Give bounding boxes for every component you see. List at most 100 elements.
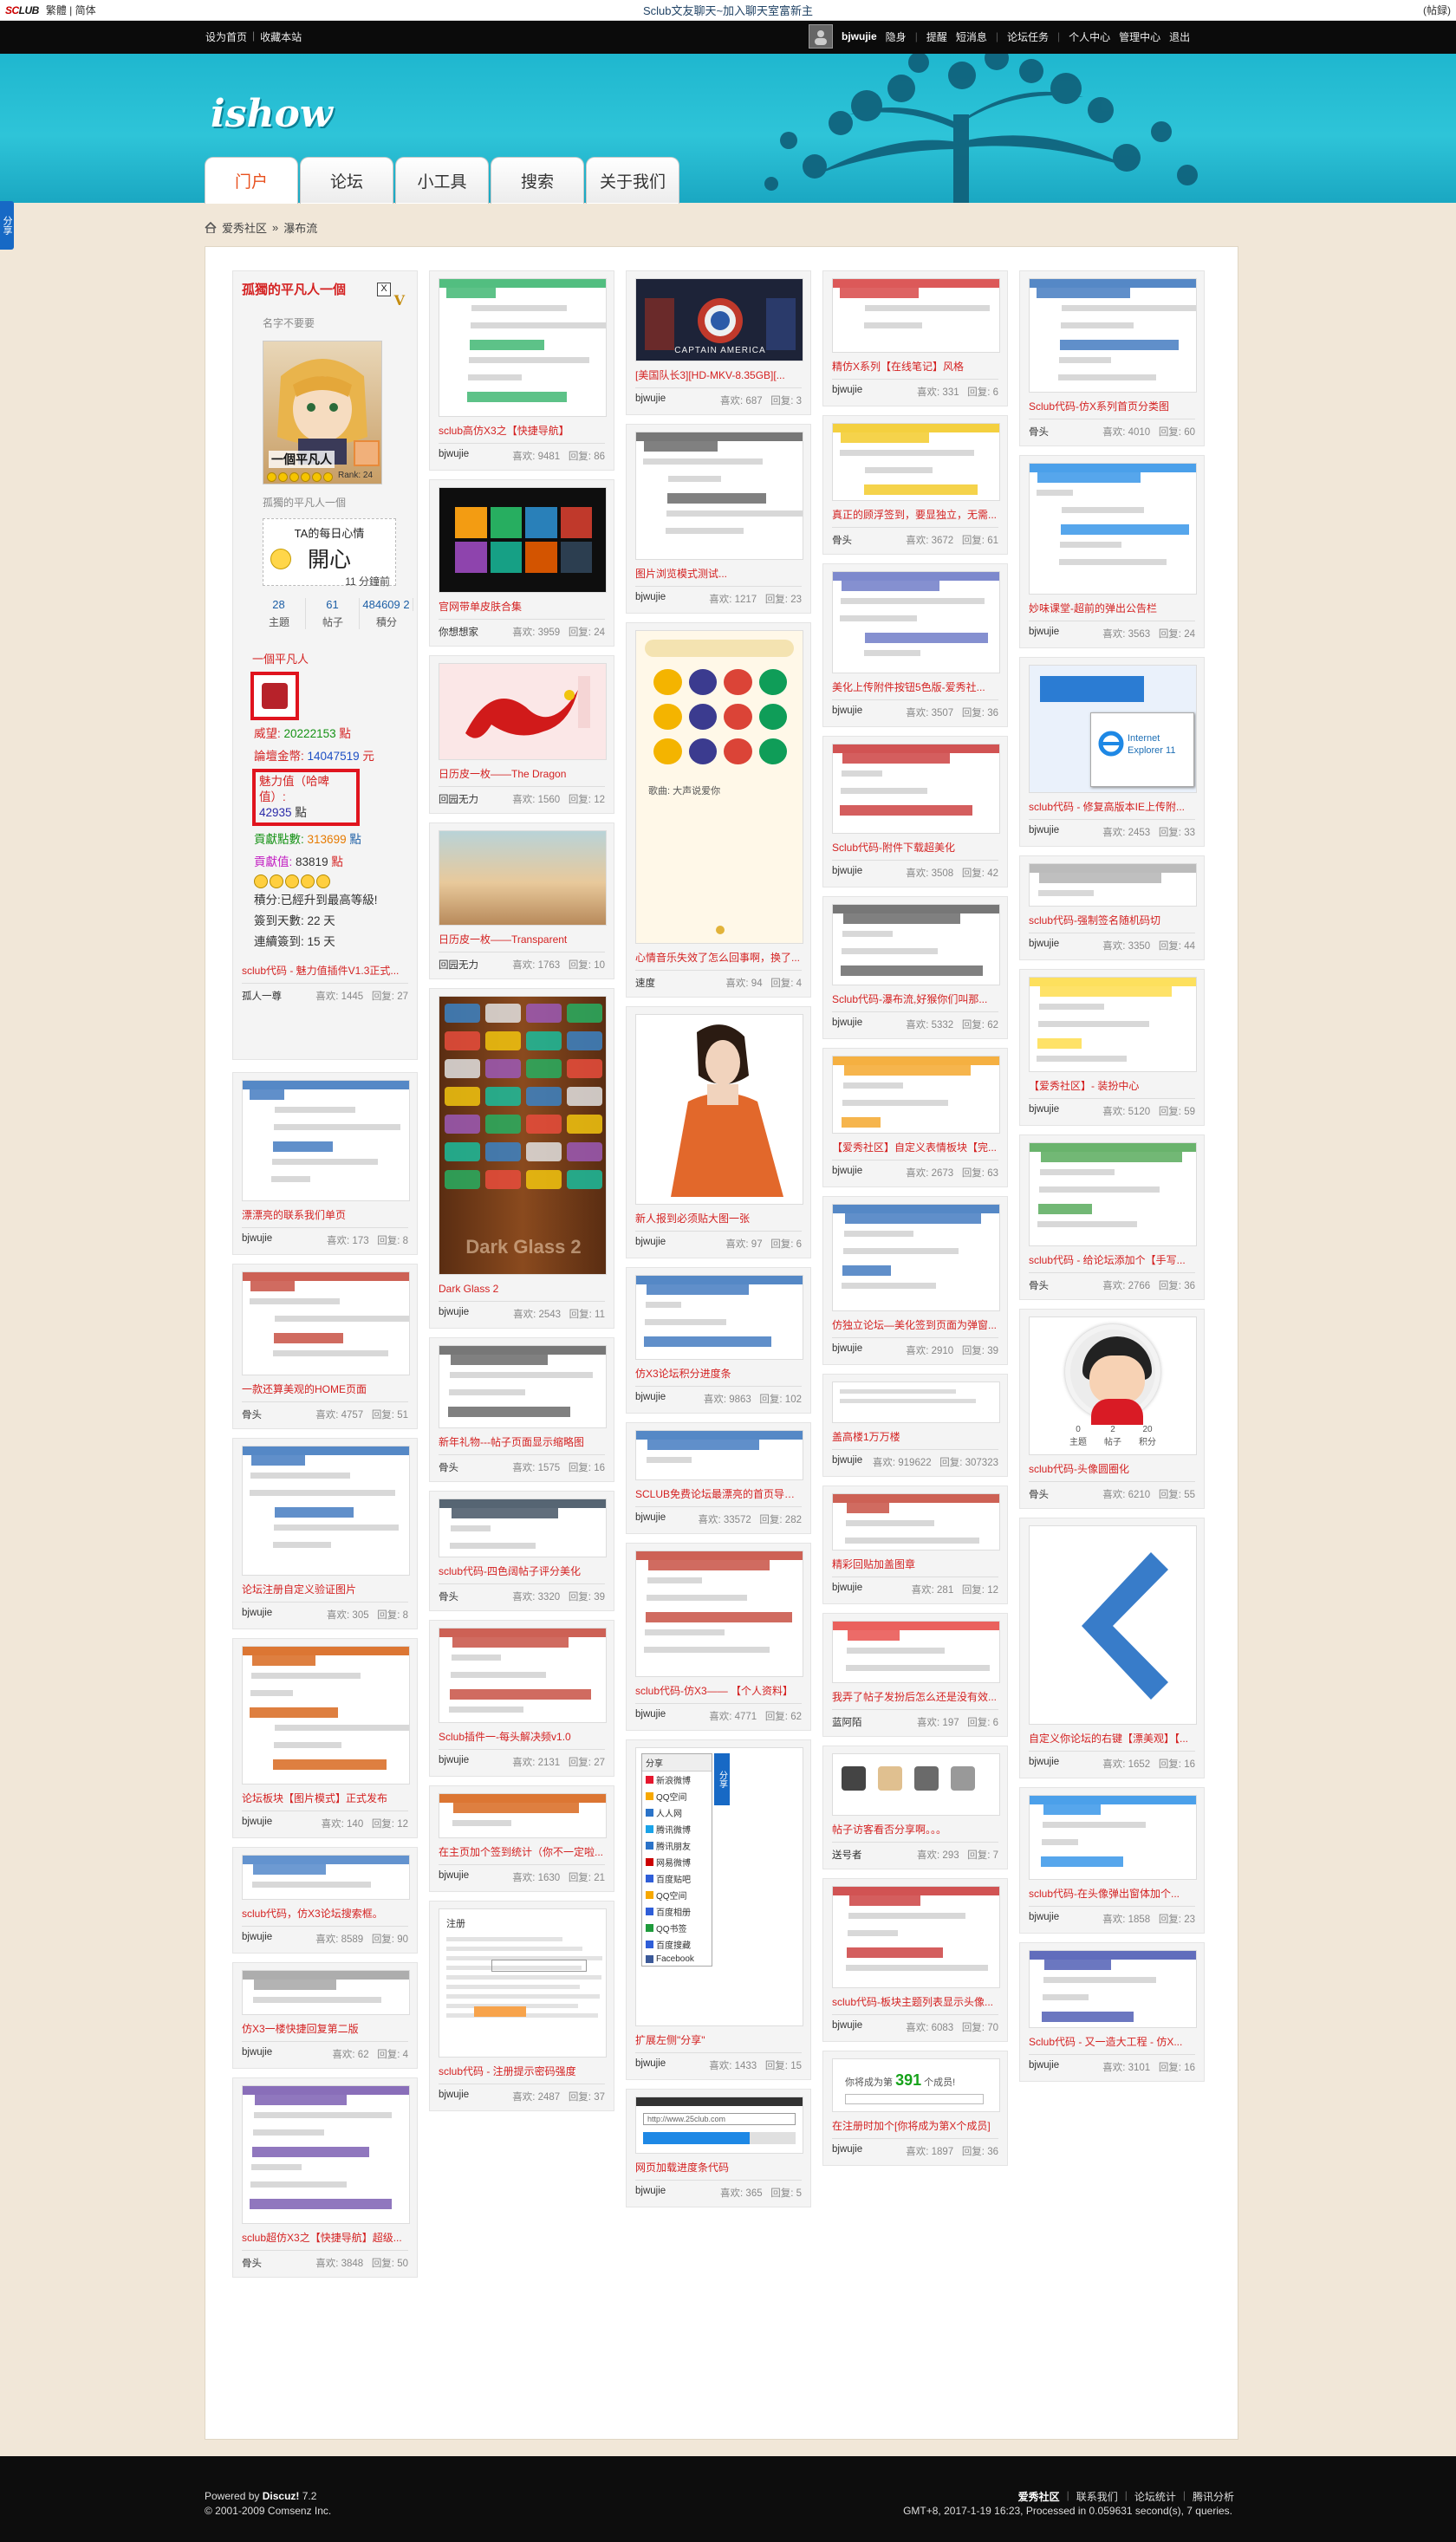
set-homepage-link[interactable]: 设为首页 bbox=[205, 29, 247, 44]
tile-title[interactable]: sclub代码-板块主题列表显示头像... bbox=[832, 1995, 998, 2009]
tile-title[interactable]: 帖子访客看否分享啊。。。 bbox=[832, 1823, 998, 1837]
tile-author[interactable]: bjwujie bbox=[635, 2058, 666, 2072]
tile-author[interactable]: bjwujie bbox=[1029, 1104, 1059, 1118]
tile-title[interactable]: Sclub代码-附件下载超美化 bbox=[832, 841, 998, 855]
tile-author[interactable]: bjwujie bbox=[832, 385, 862, 399]
tile-author[interactable]: bjwujie bbox=[439, 449, 469, 463]
pm-link[interactable]: 短消息 bbox=[956, 29, 987, 44]
username-link[interactable]: bjwujie bbox=[842, 30, 877, 42]
tab-forum[interactable]: 论坛 bbox=[300, 157, 393, 204]
stat-posts[interactable]: 61 帖子 bbox=[306, 598, 360, 629]
thumb-image[interactable] bbox=[439, 1793, 607, 1838]
admin-center-link[interactable]: 管理中心 bbox=[1119, 29, 1160, 44]
thumb-image[interactable] bbox=[832, 904, 1000, 985]
tile-author[interactable]: 蓝阿陌 bbox=[832, 1715, 862, 1729]
tile-author[interactable]: bjwujie bbox=[242, 2047, 272, 2061]
tile-author[interactable]: 骨头 bbox=[1029, 425, 1049, 439]
share-side-tab[interactable]: 分享 bbox=[0, 201, 14, 250]
tile-title[interactable]: 在主页加个签到统计（你不一定啦... bbox=[439, 1845, 605, 1859]
thumb-image[interactable] bbox=[1029, 977, 1197, 1072]
tile-author[interactable]: 骨头 bbox=[439, 1590, 458, 1603]
tile-author[interactable]: bjwujie bbox=[439, 1307, 469, 1321]
tile-title[interactable]: 自定义你论坛的右键【漂美观】【... bbox=[1029, 1732, 1195, 1746]
thumb-image[interactable]: 歌曲: 大声说爱你 bbox=[635, 630, 803, 944]
tile-author[interactable]: bjwujie bbox=[832, 1455, 862, 1469]
thumb-image[interactable] bbox=[439, 1345, 607, 1428]
thumb-image[interactable] bbox=[832, 744, 1000, 834]
tile-author[interactable]: bjwujie bbox=[439, 2090, 469, 2103]
tile-title[interactable]: [美国队长3][HD-MKV-8.35GB][... bbox=[635, 368, 802, 382]
tab-tools[interactable]: 小工具 bbox=[395, 157, 489, 204]
thumb-image[interactable]: Dark Glass 2 bbox=[439, 996, 607, 1275]
footer-link-contact[interactable]: 联系我们 bbox=[1076, 2489, 1118, 2504]
thumb-image[interactable]: 你将成为第 391 个成员! bbox=[832, 2058, 1000, 2112]
thumb-image[interactable] bbox=[832, 1204, 1000, 1311]
tile-title[interactable]: SCLUB免费论坛最漂亮的首页导航... bbox=[635, 1487, 802, 1501]
tile-title[interactable]: sclub代码 - 修复高版本IE上传附... bbox=[1029, 800, 1195, 814]
tile-title[interactable]: 新年礼物---帖子页面显示缩略图 bbox=[439, 1435, 605, 1449]
breadcrumb-home[interactable]: 爱秀社区 bbox=[222, 219, 267, 236]
thumb-image[interactable] bbox=[1029, 463, 1197, 595]
thumb-image[interactable] bbox=[832, 278, 1000, 353]
thumb-image[interactable] bbox=[832, 423, 1000, 501]
tile-title[interactable]: sclub代码 - 魅力值插件V1.3正式... bbox=[242, 963, 408, 978]
language-switch[interactable]: 繁體 | 简体 bbox=[46, 3, 96, 17]
tile-author[interactable]: bjwujie bbox=[832, 866, 862, 880]
thumb-image[interactable] bbox=[635, 432, 803, 560]
tile-title[interactable]: 日历皮一枚——Transparent bbox=[439, 933, 605, 946]
tile-title[interactable]: 我弄了帖子发扮后怎么还是没有效... bbox=[832, 1690, 998, 1704]
tile-title[interactable]: 妙味课堂-超前的弹出公告栏 bbox=[1029, 601, 1195, 615]
tile-title[interactable]: 仿X3一楼快捷回复第二版 bbox=[242, 2022, 408, 2036]
tile-author[interactable]: bjwujie bbox=[635, 393, 666, 407]
tile-title[interactable]: sclub代码，仿X3论坛搜索框。 bbox=[242, 1907, 408, 1921]
tile-title[interactable]: 【爱秀社区】- 装扮中心 bbox=[1029, 1079, 1195, 1093]
tab-about[interactable]: 关于我们 bbox=[586, 157, 679, 204]
thumb-image[interactable] bbox=[1029, 278, 1197, 393]
tile-author[interactable]: bjwujie bbox=[635, 1709, 666, 1723]
profile-avatar[interactable]: 一個平凡人 Rank: 24 bbox=[263, 341, 382, 484]
footer-link-analytics[interactable]: 腾讯分析 bbox=[1193, 2489, 1234, 2504]
tile-title[interactable]: 仿X3论坛积分进度条 bbox=[635, 1367, 802, 1381]
tile-title[interactable]: 精仿X系列【在线笔记】风格 bbox=[832, 360, 998, 374]
thumb-image[interactable]: 分享 新浪微博 QQ空间 人人网 腾讯微博 腾讯朋友 网易微博 百度贴吧 QQ空间 百度相册 QQ… bbox=[635, 1747, 803, 2026]
thumb-image[interactable]: 0 主题 2 帖子 20 积分 bbox=[1029, 1317, 1197, 1455]
tile-title[interactable]: 新人报到必须贴大图一张 bbox=[635, 1212, 802, 1225]
tile-author[interactable]: bjwujie bbox=[832, 1343, 862, 1357]
thumb-image[interactable] bbox=[439, 1499, 607, 1557]
tile-title[interactable]: Sclub插件一-每头解决频v1.0 bbox=[439, 1730, 605, 1744]
thumb-image[interactable] bbox=[439, 830, 607, 926]
tile-author[interactable]: bjwujie bbox=[242, 1233, 272, 1247]
thumb-image[interactable] bbox=[1029, 1142, 1197, 1246]
tile-author[interactable]: bjwujie bbox=[242, 1817, 272, 1830]
tile-author[interactable]: bjwujie bbox=[832, 2020, 862, 2034]
tile-author[interactable]: 速度 bbox=[635, 976, 655, 990]
tile-author[interactable]: bjwujie bbox=[635, 592, 666, 606]
thumb-image[interactable]: 注册 bbox=[439, 1908, 607, 2058]
thumb-image[interactable] bbox=[635, 1275, 803, 1360]
tile-author[interactable]: bjwujie bbox=[1029, 2060, 1059, 2074]
discuz-link[interactable]: Discuz! bbox=[263, 2490, 300, 2502]
tile-title[interactable]: Dark Glass 2 bbox=[439, 1282, 605, 1296]
tile-title[interactable]: 心情音乐失效了怎么回事啊，换了... bbox=[635, 951, 802, 965]
footer-link-home[interactable]: 爱秀社区 bbox=[1018, 2489, 1060, 2504]
thumb-image[interactable] bbox=[832, 1621, 1000, 1683]
tile-author[interactable]: bjwujie bbox=[1029, 1757, 1059, 1771]
tile-title[interactable]: sclub代码-四色阔帖子评分美化 bbox=[439, 1564, 605, 1578]
thumb-image[interactable] bbox=[635, 1551, 803, 1677]
thumb-image[interactable] bbox=[242, 1855, 410, 1900]
tile-author[interactable]: bjwujie bbox=[635, 1237, 666, 1251]
tile-author[interactable]: 骨头 bbox=[832, 533, 852, 547]
tile-title[interactable]: 图片浏览模式测试... bbox=[635, 567, 802, 581]
bookmark-link[interactable]: 收藏本站 bbox=[260, 29, 302, 44]
home-icon[interactable] bbox=[205, 222, 217, 233]
tile-author[interactable]: bjwujie bbox=[635, 1392, 666, 1406]
stat-threads[interactable]: 28 主題 bbox=[252, 598, 306, 629]
thumb-image[interactable] bbox=[832, 1056, 1000, 1134]
tile-title[interactable]: 精彩回贴加盖图章 bbox=[832, 1557, 998, 1571]
thumb-image[interactable] bbox=[832, 571, 1000, 673]
tile-title[interactable]: sclub代码-头像圆圈化 bbox=[1029, 1462, 1195, 1476]
notice-link[interactable]: 提醒 bbox=[926, 29, 947, 44]
tile-author[interactable]: bjwujie bbox=[1029, 1912, 1059, 1926]
thumb-image[interactable] bbox=[439, 1628, 607, 1723]
tile-title[interactable]: sclub代码 - 给论坛添加个【手写... bbox=[1029, 1253, 1195, 1267]
